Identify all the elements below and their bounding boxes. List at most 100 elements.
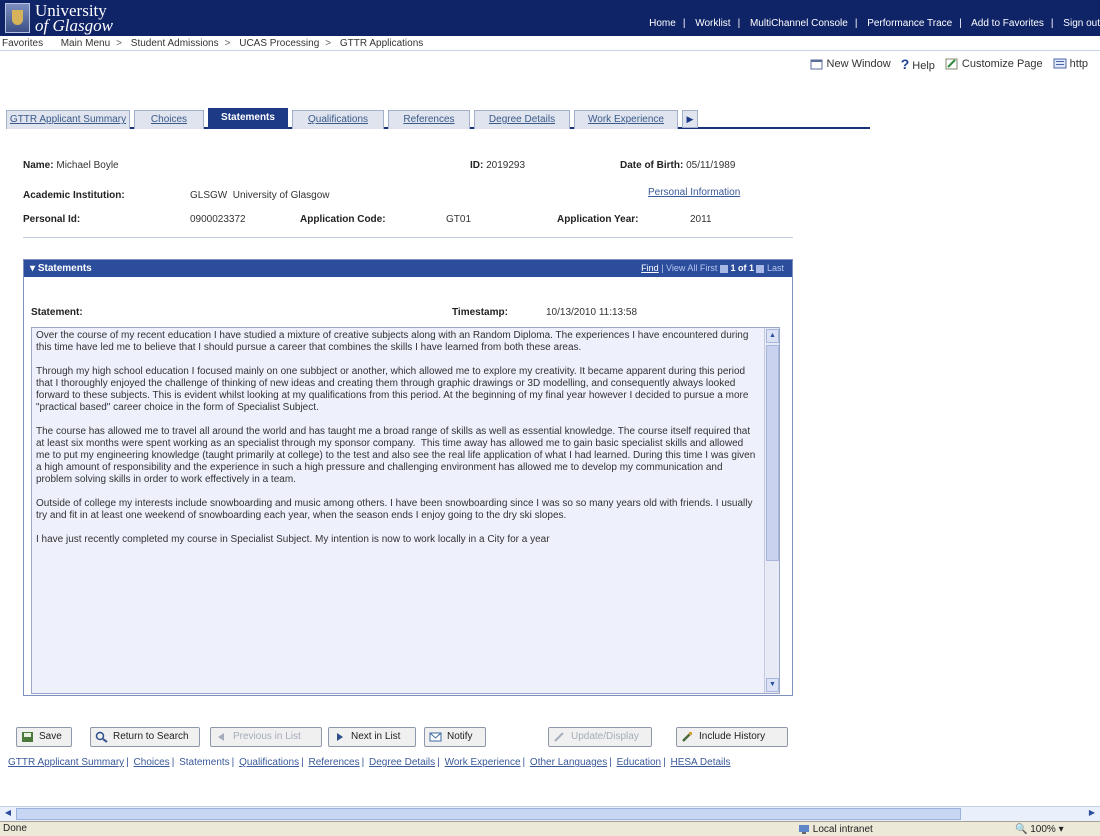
sign-out-link[interactable]: Sign out	[1063, 18, 1100, 29]
prev-row-icon[interactable]	[719, 264, 728, 273]
link-qualifications[interactable]: Qualifications	[239, 757, 299, 768]
id-value: 2019293	[486, 160, 526, 171]
multichannel-console-link[interactable]: MultiChannel Console	[750, 18, 848, 29]
scroll-up-icon[interactable]: ▲	[766, 329, 779, 343]
new-window-icon	[810, 59, 823, 70]
history-icon	[682, 732, 692, 742]
divider	[23, 237, 793, 238]
more-tabs-icon[interactable]: ▶	[682, 110, 698, 128]
return-to-search-button[interactable]: Return to Search	[90, 727, 200, 747]
top-banner: University of Glasgow Home | Worklist | Mu…	[0, 0, 1100, 36]
application-code-label: Application Code:	[300, 214, 386, 225]
collapse-icon[interactable]: ▾	[30, 263, 35, 274]
save-icon	[22, 732, 33, 742]
status-bar: Done Local intranet 🔍 100% ▾	[0, 821, 1100, 836]
search-icon	[95, 731, 108, 743]
crest-icon	[5, 3, 30, 33]
view-all-link[interactable]: View All	[666, 263, 697, 273]
find-link[interactable]: Find	[641, 263, 659, 273]
next-in-list-button[interactable]: Next in List	[328, 727, 416, 747]
statement-text: Over the course of my recent education I…	[36, 330, 756, 545]
institution-code: GLSGW	[190, 190, 228, 201]
customize-page-link[interactable]: Customize Page	[945, 58, 1043, 70]
statements-title: Statements	[37, 263, 92, 274]
update-icon	[554, 732, 564, 742]
worklist-link[interactable]: Worklist	[695, 18, 730, 29]
tab-degree-details[interactable]: Degree Details	[474, 110, 570, 129]
breadcrumb-gttr-applications[interactable]: GTTR Applications	[340, 38, 423, 49]
breadcrumb-favorites[interactable]: Favorites	[2, 38, 43, 49]
first-link[interactable]: First	[700, 263, 718, 273]
breadcrumb-student-admissions[interactable]: Student Admissions	[131, 38, 219, 49]
row-count: 1 of 1	[730, 263, 754, 273]
next-row-icon[interactable]	[756, 264, 765, 273]
http-link[interactable]: http	[1053, 58, 1088, 70]
link-work-experience[interactable]: Work Experience	[445, 757, 521, 768]
new-window-link[interactable]: New Window	[810, 58, 891, 70]
statements-header: ▾ Statements Find | View All First 1 of …	[24, 260, 792, 277]
breadcrumb: Favorites Main Menu > Student Admissions >…	[0, 36, 1100, 51]
statement-label: Statement:	[31, 307, 83, 318]
timestamp-value: 10/13/2010 11:13:58	[546, 307, 638, 318]
tab-references[interactable]: References	[388, 110, 470, 129]
intranet-icon	[799, 825, 809, 835]
home-link[interactable]: Home	[649, 18, 676, 29]
application-year-label: Application Year:	[557, 214, 639, 225]
scroll-right-icon[interactable]: ▶	[1085, 808, 1099, 820]
breadcrumb-ucas-processing[interactable]: UCAS Processing	[239, 38, 319, 49]
scroll-left-icon[interactable]: ◀	[1, 808, 15, 820]
add-to-favorites-link[interactable]: Add to Favorites	[971, 18, 1044, 29]
link-degree-details[interactable]: Degree Details	[369, 757, 435, 768]
university-logo: University of Glasgow	[5, 2, 113, 34]
personal-id-label: Personal Id:	[23, 214, 81, 225]
horizontal-scrollbar[interactable]: ◀ ▶	[0, 806, 1100, 821]
statement-textarea[interactable]: Over the course of my recent education I…	[31, 327, 780, 694]
page-tabs: GTTR Applicant Summary Choices Statement…	[6, 107, 870, 129]
statements-panel: ▾ Statements Find | View All First 1 of …	[23, 259, 793, 696]
application-code-value: GT01	[446, 214, 472, 225]
update-display-button[interactable]: Update/Display	[548, 727, 652, 747]
link-choices[interactable]: Choices	[134, 757, 170, 768]
zoom-level[interactable]: 🔍 100% ▾	[1015, 823, 1064, 836]
application-year-value: 2011	[690, 214, 712, 225]
tab-statements[interactable]: Statements	[208, 108, 288, 129]
row-navigation: Find | View All First 1 of 1 Last	[641, 263, 784, 273]
zoom-icon: 🔍	[1015, 824, 1028, 835]
notify-button[interactable]: Notify	[424, 727, 486, 747]
utility-links: New Window ? Help Customize Page http	[810, 56, 1088, 72]
performance-trace-link[interactable]: Performance Trace	[867, 18, 952, 29]
link-hesa-details[interactable]: HESA Details	[670, 757, 730, 768]
link-statements: Statements	[179, 757, 230, 768]
name-value: Michael Boyle	[56, 160, 119, 171]
security-zone: Local intranet	[798, 823, 873, 836]
breadcrumb-main-menu[interactable]: Main Menu	[61, 38, 110, 49]
link-references[interactable]: References	[308, 757, 359, 768]
link-other-languages[interactable]: Other Languages	[530, 757, 607, 768]
tab-work-experience[interactable]: Work Experience	[574, 110, 678, 129]
previous-icon	[218, 733, 224, 741]
institution-label: Academic Institution:	[23, 190, 125, 201]
status-text: Done	[3, 823, 27, 834]
scroll-thumb[interactable]	[766, 345, 779, 561]
link-gttr-applicant-summary[interactable]: GTTR Applicant Summary	[8, 757, 124, 768]
horizontal-scroll-thumb[interactable]	[16, 808, 961, 820]
previous-in-list-button[interactable]: Previous in List	[210, 727, 322, 747]
statement-scrollbar[interactable]: ▲ ▼	[764, 328, 779, 693]
scroll-down-icon[interactable]: ▼	[766, 678, 779, 692]
personal-id-value: 0900023372	[190, 214, 246, 225]
last-link[interactable]: Last	[767, 263, 784, 273]
link-education[interactable]: Education	[617, 757, 661, 768]
timestamp-label: Timestamp:	[452, 307, 508, 318]
save-button[interactable]: Save	[16, 727, 72, 747]
personal-information-link[interactable]: Personal Information	[648, 187, 740, 198]
next-icon	[337, 733, 343, 741]
include-history-button[interactable]: Include History	[676, 727, 788, 747]
help-link[interactable]: ? Help	[901, 56, 935, 72]
tab-choices[interactable]: Choices	[134, 110, 204, 129]
tab-qualifications[interactable]: Qualifications	[292, 110, 384, 129]
http-icon	[1053, 58, 1067, 69]
tab-gttr-applicant-summary[interactable]: GTTR Applicant Summary	[6, 110, 130, 129]
id-label: ID:	[470, 160, 484, 171]
name-label: Name:	[23, 160, 54, 171]
notify-icon	[429, 732, 442, 742]
